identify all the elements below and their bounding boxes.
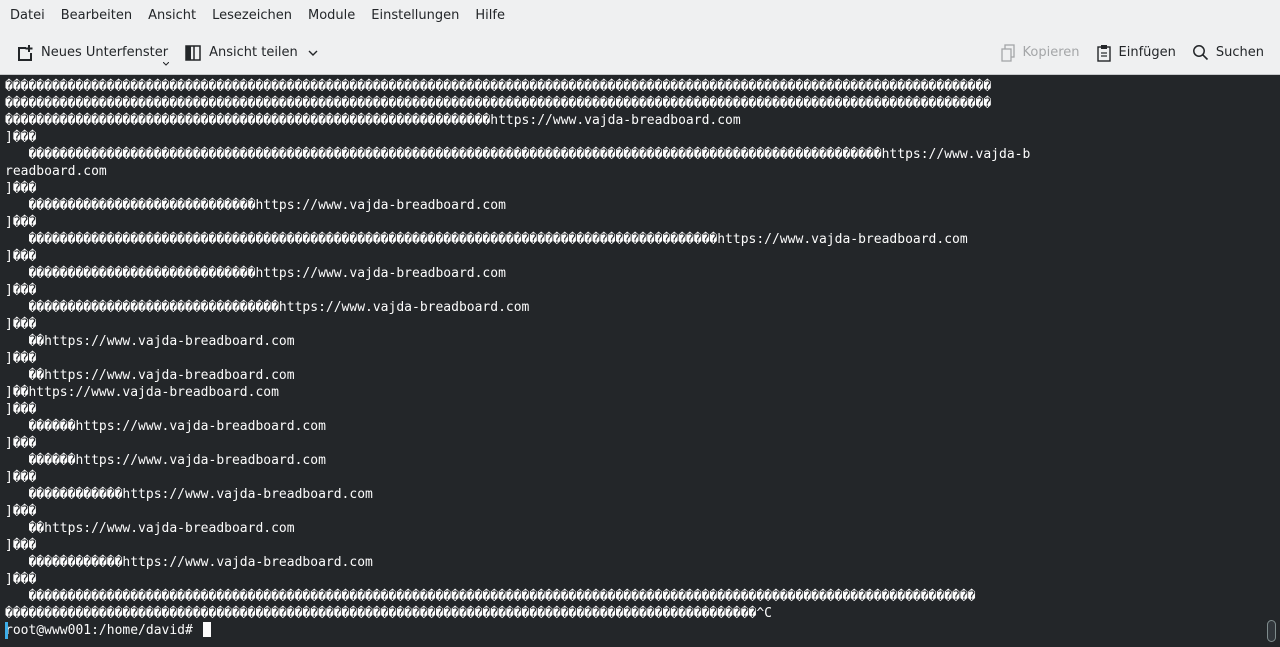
- terminal-line: ]���: [5, 283, 37, 298]
- search-label: Suchen: [1215, 45, 1264, 60]
- terminal-line: ]���: [5, 470, 37, 485]
- search-icon: [1192, 45, 1208, 61]
- copy-label: Kopieren: [1022, 45, 1080, 60]
- terminal-line: ����������������������������������������…: [5, 96, 992, 111]
- prompt-line: root@www001:/home/david#: [5, 622, 1264, 639]
- terminal-line: ]��https://www.vajda-breadboard.com: [5, 385, 279, 400]
- text-cursor: [202, 622, 211, 637]
- terminal-line: ]���: [5, 504, 37, 519]
- terminal-line: ������https://www.vajda-breadboard.com: [5, 453, 326, 468]
- terminal-line: ]���: [5, 572, 37, 587]
- menu-item[interactable]: Datei: [2, 0, 53, 31]
- terminal-line: ��https://www.vajda-breadboard.com: [5, 521, 295, 536]
- terminal-line: ������������https://www.vajda-breadboard…: [5, 487, 373, 502]
- chevron-down-icon[interactable]: [308, 50, 318, 56]
- copy-button[interactable]: Kopieren: [992, 37, 1088, 69]
- terminal-line: ]���: [5, 351, 37, 366]
- toolbar: Neues Unterfenster Ansicht teilen Kopier…: [0, 31, 1280, 75]
- terminal-line: ����������������������������������������…: [5, 589, 976, 604]
- search-button[interactable]: Suchen: [1184, 37, 1272, 69]
- terminal-line: ]���: [5, 249, 37, 264]
- menu-item[interactable]: Ansicht: [140, 0, 204, 31]
- terminal-line: ]���: [5, 402, 37, 417]
- menu-item[interactable]: Einstellungen: [363, 0, 467, 31]
- paste-button[interactable]: Einfügen: [1088, 37, 1184, 69]
- paste-icon: [1096, 44, 1111, 62]
- terminal-line: �����������������������������https://www…: [5, 266, 506, 281]
- terminal-line: ]���: [5, 317, 37, 332]
- terminal-line: ]���: [5, 130, 37, 145]
- terminal-line: �����������������������������https://www…: [5, 198, 506, 213]
- new-tab-button[interactable]: Neues Unterfenster: [8, 37, 176, 69]
- menu-item[interactable]: Bearbeiten: [53, 0, 140, 31]
- terminal-line: ��https://www.vajda-breadboard.com: [5, 368, 295, 383]
- terminal-line: ]���: [5, 436, 37, 451]
- menubar: Datei Bearbeiten Ansicht Lesezeichen Module E…: [0, 0, 1280, 31]
- menu-item[interactable]: Hilfe: [467, 0, 513, 31]
- split-view-icon: [185, 44, 201, 61]
- split-view-button[interactable]: Ansicht teilen: [176, 37, 333, 69]
- scrollbar[interactable]: [1264, 76, 1280, 647]
- chevron-down-icon: [163, 61, 170, 66]
- copy-icon: [1000, 43, 1015, 62]
- shell-prompt: root@www001:/home/david#: [5, 623, 201, 638]
- terminal-line: ]���: [5, 538, 37, 553]
- terminal-line: ����������������������������������������…: [5, 147, 1031, 162]
- terminal-line: ��������������������������������https://…: [5, 300, 530, 315]
- menu-item[interactable]: Lesezeichen: [204, 0, 300, 31]
- terminal-line: ����������������������������������������…: [5, 113, 741, 128]
- terminal-line: ��https://www.vajda-breadboard.com: [5, 334, 295, 349]
- terminal-line: ������https://www.vajda-breadboard.com: [5, 419, 326, 434]
- terminal-line: ����������������������������������������…: [5, 232, 968, 247]
- menu-item[interactable]: Module: [300, 0, 363, 31]
- terminal-output[interactable]: ����������������������������������������…: [0, 76, 1264, 647]
- scrollbar-thumb[interactable]: [1267, 620, 1276, 642]
- terminal-line: ]���: [5, 215, 37, 230]
- terminal-line: ������������https://www.vajda-breadboard…: [5, 555, 373, 570]
- split-view-label: Ansicht teilen: [209, 45, 298, 60]
- paste-label: Einfügen: [1118, 45, 1176, 60]
- terminal-line: ]���: [5, 181, 37, 196]
- new-tab-icon: [18, 44, 33, 61]
- terminal-line: ����������������������������������������…: [5, 79, 992, 94]
- new-tab-label: Neues Unterfenster: [41, 45, 169, 60]
- terminal-line: ����������������������������������������…: [5, 606, 773, 621]
- prompt-marker: [5, 622, 8, 639]
- terminal-line: readboard.com: [5, 164, 107, 179]
